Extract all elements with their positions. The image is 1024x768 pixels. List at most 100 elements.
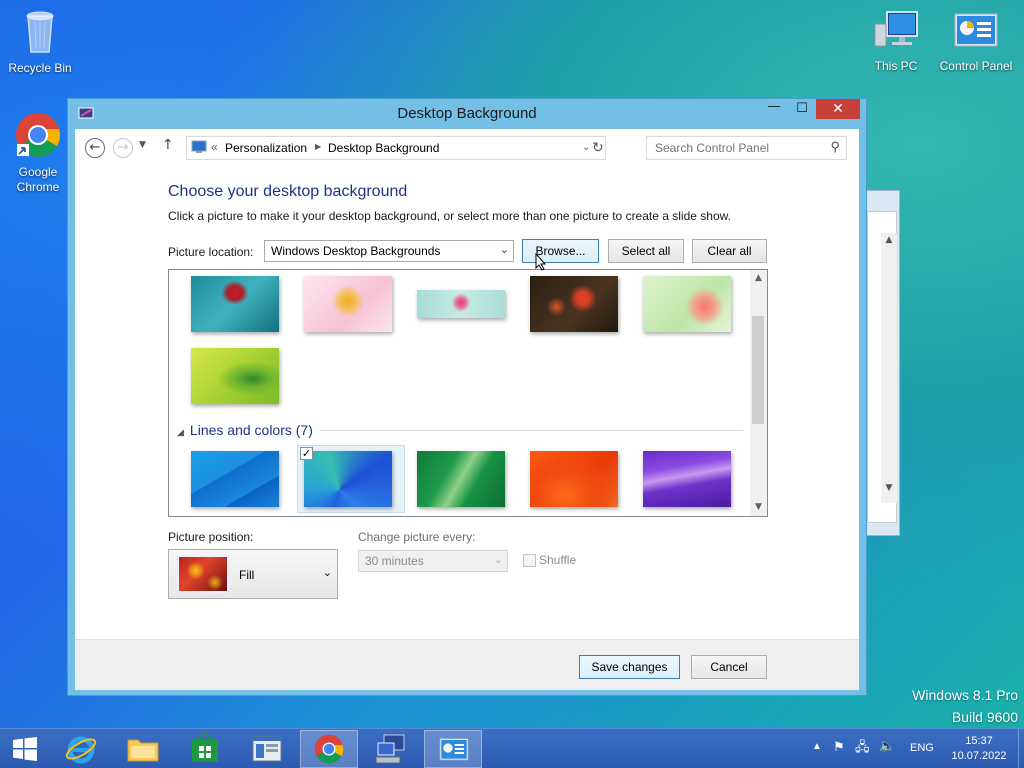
recycle-bin-icon — [0, 6, 80, 57]
clock-time: 15:37 — [965, 735, 993, 747]
scroll-up-arrow-icon[interactable]: ▲ — [750, 270, 767, 287]
breadcrumb-item-desktop-background[interactable]: Desktop Background — [328, 141, 439, 155]
change-picture-interval-select[interactable]: 30 minutes ⌄ — [358, 550, 508, 572]
recent-locations-dropdown[interactable]: ▼ — [139, 140, 146, 150]
minimize-button[interactable]: — — [760, 97, 788, 118]
desktop-icon-label: This PC — [874, 59, 918, 73]
change-picture-label: Change picture every: — [358, 530, 476, 544]
store-icon — [192, 734, 218, 762]
wallpaper-thumbnail[interactable] — [417, 451, 505, 507]
window-client-area: ← → ▼ ↑ « Personalization ▶ Desktop Back… — [75, 129, 859, 690]
clear-all-button[interactable]: Clear all — [692, 239, 767, 263]
taskbar-app-window[interactable] — [238, 730, 296, 768]
up-button[interactable]: ↑ — [162, 137, 174, 153]
collapse-triangle-icon[interactable]: ◢ — [177, 427, 184, 437]
picture-location-label: Picture location: — [168, 245, 254, 259]
chrome-icon — [314, 734, 344, 764]
wallpaper-thumbnail[interactable] — [191, 451, 279, 507]
browse-button[interactable]: Browse... — [522, 239, 599, 263]
save-changes-button[interactable]: Save changes — [579, 655, 680, 679]
wallpaper-thumbnail[interactable] — [304, 276, 392, 332]
search-box[interactable]: ⚲ — [646, 136, 847, 160]
scroll-down-arrow-icon[interactable]: ▼ — [881, 483, 897, 493]
desktop-icon-label: Chrome — [16, 180, 60, 194]
breadcrumb-dropdown-icon[interactable]: ⌄ — [582, 142, 590, 153]
gallery-scrollbar[interactable]: ▲ ▼ — [750, 270, 767, 516]
computer-icon — [856, 10, 936, 55]
wallpaper-thumbnail[interactable] — [530, 276, 618, 332]
cancel-button[interactable]: Cancel — [691, 655, 767, 679]
language-indicator[interactable]: ENG — [910, 742, 934, 754]
thumbnail-checkbox-checked[interactable]: ✓ — [300, 447, 313, 460]
search-icon[interactable]: ⚲ — [830, 139, 840, 155]
taskbar-network-app[interactable] — [362, 730, 420, 768]
forward-button[interactable]: → — [113, 138, 133, 158]
picture-position-select[interactable]: Fill ⌄ — [168, 549, 338, 599]
wallpaper-thumbnail[interactable] — [530, 451, 618, 507]
scrollbar-thumb[interactable] — [752, 316, 764, 424]
dialog-footer: Save changes Cancel — [75, 639, 859, 690]
breadcrumb-item-personalization[interactable]: Personalization — [225, 141, 307, 155]
control-panel-icon — [936, 10, 1016, 55]
windows-logo-icon — [13, 737, 37, 761]
picture-location-select[interactable]: Windows Desktop Backgrounds ⌄ — [264, 240, 514, 262]
shuffle-checkbox[interactable] — [523, 554, 536, 567]
desktop-icon-recycle-bin[interactable]: Recycle Bin — [0, 6, 80, 75]
refresh-icon[interactable]: ↻ — [592, 139, 604, 156]
background-window-scrollbar[interactable]: ▲ ▼ — [881, 233, 897, 503]
page-title: Choose your desktop background — [168, 183, 408, 200]
close-button[interactable]: ✕ — [816, 99, 860, 119]
control-panel-icon — [439, 738, 469, 761]
watermark-edition: Windows 8.1 Pro — [912, 687, 1018, 703]
scroll-up-arrow-icon[interactable]: ▲ — [881, 235, 897, 245]
breadcrumb[interactable]: « Personalization ▶ Desktop Background ⌄… — [186, 136, 606, 160]
shuffle-label: Shuffle — [539, 553, 577, 567]
picture-position-label: Picture position: — [168, 530, 254, 544]
internet-explorer-icon — [65, 736, 97, 764]
wallpaper-thumbnail[interactable] — [191, 276, 279, 332]
clock[interactable]: 15:37 10.07.2022 — [950, 734, 1008, 764]
desktop-icon-this-pc[interactable]: This PC — [856, 10, 936, 73]
show-desktop-button[interactable] — [1018, 729, 1024, 768]
application-window-icon — [252, 736, 282, 762]
wallpaper-thumbnail[interactable] — [417, 290, 505, 318]
address-bar: ← → ▼ ↑ « Personalization ▶ Desktop Back… — [75, 129, 859, 165]
network-computer-icon — [375, 734, 405, 764]
picture-gallery[interactable]: ◢ Lines and colors (7) ✓ ▲ ▼ — [168, 269, 768, 517]
desktop-icon-label: Google — [18, 165, 58, 179]
chevron-down-icon: ⌄ — [493, 554, 503, 566]
start-button[interactable] — [0, 730, 50, 768]
wallpaper-thumbnail[interactable] — [643, 276, 731, 332]
wallpaper-thumbnail-selected[interactable] — [304, 451, 392, 507]
taskbar-file-explorer[interactable] — [114, 730, 172, 768]
folder-icon — [127, 739, 159, 762]
background-window[interactable]: ▲ ▼ — [866, 190, 900, 536]
desktop-icon-label: Recycle Bin — [8, 61, 72, 75]
back-button[interactable]: ← — [85, 138, 105, 158]
show-hidden-icons-button[interactable]: ▲ — [812, 741, 822, 752]
action-center-flag-icon[interactable]: ⚑ — [833, 739, 845, 755]
mouse-cursor-icon — [535, 252, 547, 274]
network-icon[interactable]: 🖧 — [855, 738, 870, 760]
taskbar-control-panel[interactable] — [424, 730, 482, 768]
select-all-button[interactable]: Select all — [608, 239, 684, 263]
maximize-button[interactable]: ☐ — [788, 99, 816, 120]
search-input[interactable] — [647, 137, 817, 159]
taskbar-store[interactable] — [176, 730, 234, 768]
breadcrumb-overflow[interactable]: « — [211, 140, 218, 154]
arrow-left-icon: ← — [89, 140, 101, 155]
taskbar-chrome[interactable] — [300, 730, 358, 768]
chevron-down-icon: ⌄ — [322, 566, 332, 579]
title-bar[interactable]: Desktop Background — ☐ ✕ — [68, 99, 866, 129]
arrow-right-icon: → — [117, 140, 129, 155]
desktop-icon-control-panel[interactable]: Control Panel — [936, 10, 1016, 73]
wallpaper-thumbnail[interactable] — [191, 348, 279, 404]
wallpaper-thumbnail[interactable] — [643, 451, 731, 507]
watermark-build: Build 9600 — [951, 709, 1018, 725]
chevron-down-icon: ▼ — [139, 140, 146, 150]
volume-icon[interactable]: 🔈 — [879, 738, 895, 754]
group-header-label: Lines and colors (7) — [189, 422, 313, 438]
taskbar-internet-explorer[interactable] — [52, 730, 110, 768]
chevron-down-icon: ⌄ — [499, 244, 509, 256]
scroll-down-arrow-icon[interactable]: ▼ — [750, 499, 767, 516]
